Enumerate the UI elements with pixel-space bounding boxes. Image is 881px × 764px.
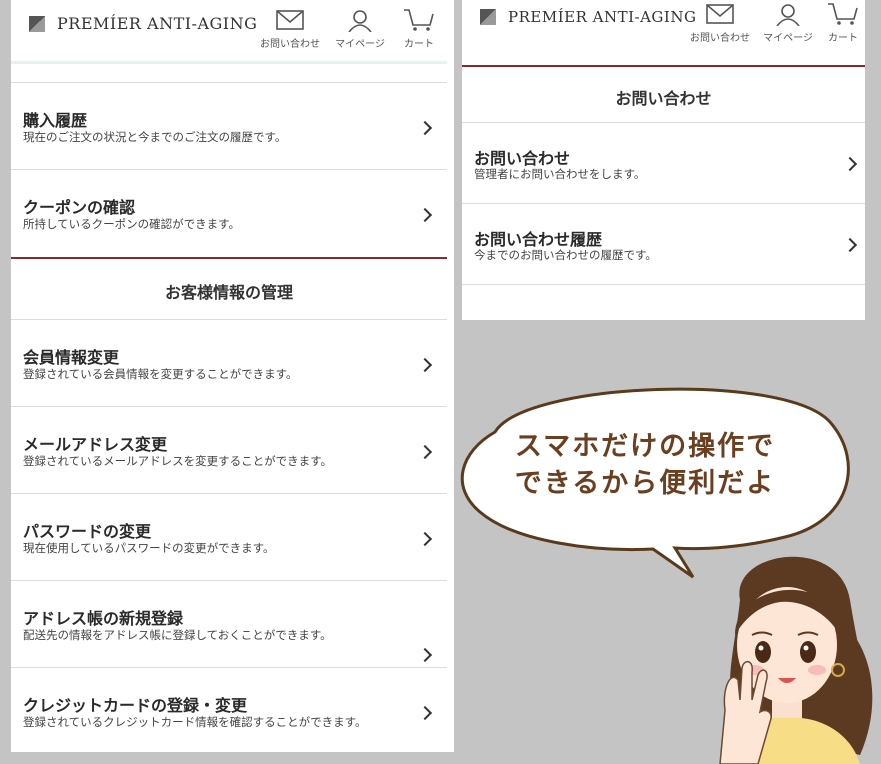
logo-mark-icon: [480, 9, 496, 25]
user-icon: [776, 4, 800, 26]
bubble-line-1: スマホだけの操作で: [514, 431, 776, 462]
item-desc: 管理者にお問い合わせをします。: [474, 167, 646, 181]
header-mypage-link[interactable]: マイページ: [326, 8, 394, 50]
logo-text: PREMÍER ANTI-AGING: [508, 8, 697, 26]
bubble-message: スマホだけの操作で できるから便利だよ: [480, 428, 810, 502]
contact-label: お問い合わせ: [690, 33, 750, 44]
menu-item-address-book[interactable]: アドレス帳の新規登録 配送先の情報をアドレス帳に登録しておくことができます。: [11, 580, 447, 668]
envelope-icon: [706, 4, 734, 24]
section-title-account: お客様情報の管理: [164, 283, 293, 302]
mypage-label: マイページ: [335, 39, 385, 50]
woman-illustration: [719, 556, 873, 764]
brand-logo[interactable]: PREMÍER ANTI-AGING: [480, 8, 696, 26]
item-desc: 今までのお問い合わせの履歴です。: [474, 248, 657, 262]
item-title: パスワードの変更: [23, 522, 152, 541]
logo-text: PREMÍER ANTI-AGING: [57, 14, 258, 33]
section-title-contact: お問い合わせ: [615, 89, 712, 108]
section-divider: [462, 65, 865, 67]
menu-item-credit-card[interactable]: クレジットカードの登録・変更 登録されているクレジットカード情報を確認することが…: [11, 667, 447, 752]
brand-logo[interactable]: PREMÍER ANTI-AGING: [29, 14, 257, 33]
header-cart-link[interactable]: カート: [820, 2, 865, 44]
menu-item-email[interactable]: メールアドレス変更 登録されているメールアドレスを変更することができます。: [11, 406, 447, 494]
cart-icon: [828, 3, 858, 25]
contact-menu-panel: PREMÍER ANTI-AGING お問い合わせ マイページ カート お問い合…: [462, 0, 865, 320]
menu-item-member-info[interactable]: 会員情報変更 登録されている会員情報を変更することができます。: [11, 319, 447, 407]
user-icon: [348, 10, 372, 32]
chevron-right-icon: [417, 444, 433, 460]
chevron-right-icon: [417, 207, 433, 223]
item-title: クレジットカードの登録・変更: [23, 696, 248, 715]
chevron-right-icon: [842, 156, 858, 172]
contact-label: お問い合わせ: [260, 39, 320, 50]
menu-item-purchase-history[interactable]: 購入履歴 現在のご注文の状況と今までのご注文の履歴です。: [11, 82, 447, 170]
header-contact-link[interactable]: お問い合わせ: [254, 8, 326, 50]
logo-mark-icon: [29, 15, 45, 32]
item-desc: 登録されているメールアドレスを変更することができます。: [23, 454, 333, 468]
item-desc: 配送先の情報をアドレス帳に登録しておくことができます。: [23, 628, 332, 642]
menu-item-contact[interactable]: お問い合わせ 管理者にお問い合わせをします。: [462, 122, 865, 204]
item-desc: 現在使用しているパスワードの変更ができます。: [23, 541, 275, 555]
bubble-line-2: できるから便利だよ: [514, 468, 776, 499]
item-desc: 現在のご注文の状況と今までのご注文の履歴です。: [23, 130, 287, 144]
header-contact-link[interactable]: お問い合わせ: [684, 2, 756, 44]
mypage-menu-panel: PREMÍER ANTI-AGING お問い合わせ マイページ カート 購入履歴…: [11, 0, 454, 752]
item-title: 会員情報変更: [23, 348, 120, 367]
list-divider: [462, 284, 865, 285]
header-divider: [11, 61, 447, 64]
chevron-right-icon: [417, 647, 433, 663]
cart-label: カート: [828, 33, 858, 44]
envelope-icon: [276, 10, 304, 30]
chevron-right-icon: [417, 531, 433, 547]
section-divider: [11, 257, 447, 259]
cart-label: カート: [404, 39, 434, 50]
header-cart-link[interactable]: カート: [394, 8, 444, 50]
menu-item-password[interactable]: パスワードの変更 現在使用しているパスワードの変更ができます。: [11, 493, 447, 581]
chevron-right-icon: [417, 705, 433, 721]
item-title: アドレス帳の新規登録: [23, 609, 184, 628]
item-desc: 所持しているクーポンの確認ができます。: [23, 217, 241, 231]
header-mypage-link[interactable]: マイページ: [756, 2, 820, 44]
menu-item-coupon[interactable]: クーポンの確認 所持しているクーポンの確認ができます。: [11, 169, 447, 257]
item-title: 購入履歴: [23, 111, 88, 130]
item-title: メールアドレス変更: [23, 435, 168, 454]
chevron-right-icon: [417, 357, 433, 373]
chevron-right-icon: [417, 120, 433, 136]
item-desc: 登録されている会員情報を変更することができます。: [23, 367, 298, 381]
item-title: クーポンの確認: [23, 198, 136, 217]
item-desc: 登録されているクレジットカード情報を確認することができます。: [23, 715, 367, 729]
menu-item-contact-history[interactable]: お問い合わせ履歴 今までのお問い合わせの履歴です。: [462, 203, 865, 285]
mypage-label: マイページ: [763, 33, 813, 44]
chevron-right-icon: [842, 237, 858, 253]
cart-icon: [404, 9, 434, 31]
